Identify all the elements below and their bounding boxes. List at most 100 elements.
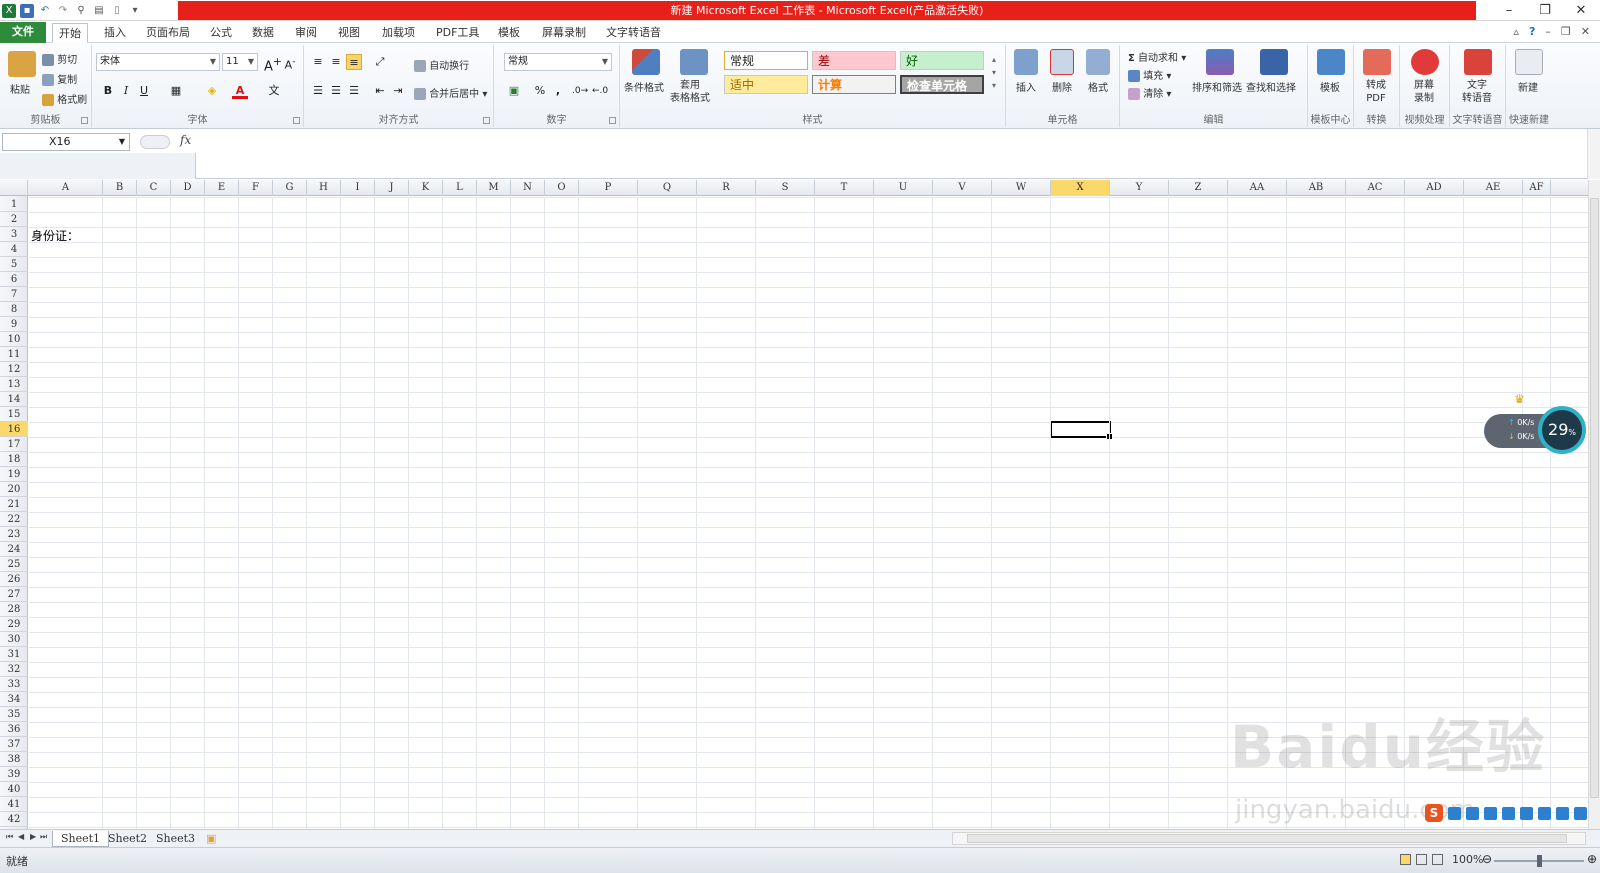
column-header-j[interactable]: J — [375, 180, 409, 196]
row-header-42[interactable]: 42 — [0, 812, 28, 827]
column-header-k[interactable]: K — [409, 180, 443, 196]
cell-a3[interactable]: 身份证： — [31, 227, 79, 244]
quick-new-button[interactable]: 新建 — [1518, 79, 1538, 94]
number-launcher-icon[interactable] — [609, 117, 616, 124]
row-header-7[interactable]: 7 — [0, 287, 28, 302]
name-box[interactable]: X16 ▼ — [2, 133, 130, 151]
bold-button[interactable]: B — [100, 83, 116, 99]
record-icon[interactable] — [1411, 49, 1439, 75]
column-header-m[interactable]: M — [477, 180, 511, 196]
undo-icon[interactable]: ↶ — [38, 4, 52, 18]
column-header-y[interactable]: Y — [1110, 180, 1169, 196]
sheet-tab-sheet3[interactable]: Sheet3 — [148, 831, 203, 847]
doc-restore-icon[interactable]: ❐ — [1561, 25, 1571, 38]
row-header-25[interactable]: 25 — [0, 557, 28, 572]
vertical-scrollbar[interactable] — [1588, 180, 1600, 829]
insert-sheet-icon[interactable]: ▣ — [198, 831, 224, 847]
sort-filter-button[interactable]: 排序和筛选 — [1192, 79, 1242, 94]
tab-view[interactable]: 视图 — [332, 23, 366, 43]
tab-home[interactable]: 开始 — [52, 23, 88, 43]
page-layout-view-icon[interactable] — [1416, 854, 1427, 865]
tab-addins[interactable]: 加载项 — [376, 23, 421, 43]
insert-cells-icon[interactable] — [1014, 49, 1038, 75]
font-color-icon[interactable]: A — [232, 83, 248, 99]
row-header-41[interactable]: 41 — [0, 797, 28, 812]
row-header-30[interactable]: 30 — [0, 632, 28, 647]
table-format-button[interactable]: 套用 表格格式 — [670, 79, 710, 105]
phonetic-icon[interactable]: 文 — [266, 83, 282, 99]
row-header-19[interactable]: 19 — [0, 467, 28, 482]
align-top-icon[interactable]: ≡ — [310, 54, 326, 70]
column-header-c[interactable]: C — [137, 180, 171, 196]
column-header-d[interactable]: D — [171, 180, 205, 196]
increase-decimal-icon[interactable]: .0→ — [572, 83, 588, 99]
cut-button[interactable]: 剪切 — [42, 51, 77, 66]
insert-function-icon[interactable]: fx — [180, 133, 191, 147]
currency-icon[interactable]: ▣ — [506, 83, 522, 99]
tab-file[interactable]: 文件 — [0, 22, 46, 43]
zoom-slider[interactable] — [1494, 855, 1584, 867]
row-header-14[interactable]: 14 — [0, 392, 28, 407]
formula-input[interactable] — [197, 130, 1586, 177]
row-header-22[interactable]: 22 — [0, 512, 28, 527]
next-sheet-icon[interactable]: ▶ — [30, 832, 36, 841]
tab-screen-record[interactable]: 屏幕录制 — [536, 23, 592, 43]
column-header-ac[interactable]: AC — [1346, 180, 1405, 196]
insert-cells-button[interactable]: 插入 — [1016, 79, 1036, 94]
align-right-icon[interactable]: ☰ — [346, 83, 362, 99]
row-header-16[interactable]: 16 — [0, 422, 28, 437]
fill-color-icon[interactable]: ◈ — [204, 83, 220, 99]
number-format-select[interactable]: 常规 ▼ — [504, 53, 612, 71]
wrap-text-button[interactable]: 自动换行 — [414, 57, 469, 72]
column-header-l[interactable]: L — [443, 180, 477, 196]
row-header-27[interactable]: 27 — [0, 587, 28, 602]
style-check-cell[interactable]: 检查单元格 — [900, 75, 984, 94]
row-header-35[interactable]: 35 — [0, 707, 28, 722]
row-header-15[interactable]: 15 — [0, 407, 28, 422]
find-select-button[interactable]: 查找和选择 — [1246, 79, 1296, 94]
shrink-font-icon[interactable]: A- — [282, 54, 298, 72]
style-normal[interactable]: 常规 — [724, 51, 808, 70]
new-doc-icon[interactable]: ▯ — [110, 4, 124, 18]
row-header-28[interactable]: 28 — [0, 602, 28, 617]
ime-punct-icon[interactable] — [1466, 806, 1479, 820]
delete-cells-button[interactable]: 删除 — [1052, 79, 1072, 94]
tab-review[interactable]: 审阅 — [289, 23, 323, 43]
template-button[interactable]: 模板 — [1320, 79, 1340, 94]
merge-center-button[interactable]: 合并后居中 ▾ — [414, 85, 487, 100]
restore-button[interactable]: ❐ — [1538, 3, 1552, 18]
row-header-23[interactable]: 23 — [0, 527, 28, 542]
column-header-r[interactable]: R — [697, 180, 756, 196]
column-header-o[interactable]: O — [545, 180, 579, 196]
help-icon[interactable]: ? — [1529, 25, 1535, 38]
row-header-36[interactable]: 36 — [0, 722, 28, 737]
customize-qat-icon[interactable]: ▾ — [128, 4, 142, 18]
increase-indent-icon[interactable]: ⇥ — [390, 83, 406, 99]
table-format-icon[interactable] — [680, 49, 708, 75]
column-header-n[interactable]: N — [511, 180, 545, 196]
conditional-format-icon[interactable] — [632, 49, 660, 75]
column-header-z[interactable]: Z — [1169, 180, 1228, 196]
ime-user-icon[interactable] — [1538, 806, 1551, 820]
format-cells-button[interactable]: 格式 — [1088, 79, 1108, 94]
print-preview-icon[interactable]: ▤ — [92, 4, 106, 18]
copy-button[interactable]: 复制 — [42, 71, 77, 86]
pdf-icon[interactable] — [1363, 49, 1391, 75]
orientation-icon[interactable]: ⤢ — [372, 54, 388, 70]
style-calculation[interactable]: 计算 — [812, 75, 896, 94]
column-header-q[interactable]: Q — [638, 180, 697, 196]
clear-button[interactable]: 清除 ▾ — [1128, 85, 1171, 100]
text-to-speech-icon[interactable] — [1464, 49, 1492, 75]
row-header-2[interactable]: 2 — [0, 212, 28, 227]
horizontal-scroll-thumb[interactable] — [967, 834, 1567, 843]
zoom-level[interactable]: 100% — [1452, 853, 1483, 866]
ime-lang-icon[interactable] — [1448, 806, 1461, 820]
tab-page-layout[interactable]: 页面布局 — [140, 23, 196, 43]
ime-toolbar[interactable]: S — [1425, 803, 1587, 823]
doc-minimize-icon[interactable]: – — [1545, 25, 1551, 38]
italic-button[interactable]: I — [118, 83, 134, 99]
vertical-scroll-thumb[interactable] — [1590, 198, 1599, 798]
tab-text-to-speech[interactable]: 文字转语音 — [600, 23, 667, 43]
tab-templates[interactable]: 模板 — [492, 23, 526, 43]
page-break-view-icon[interactable] — [1432, 854, 1443, 865]
